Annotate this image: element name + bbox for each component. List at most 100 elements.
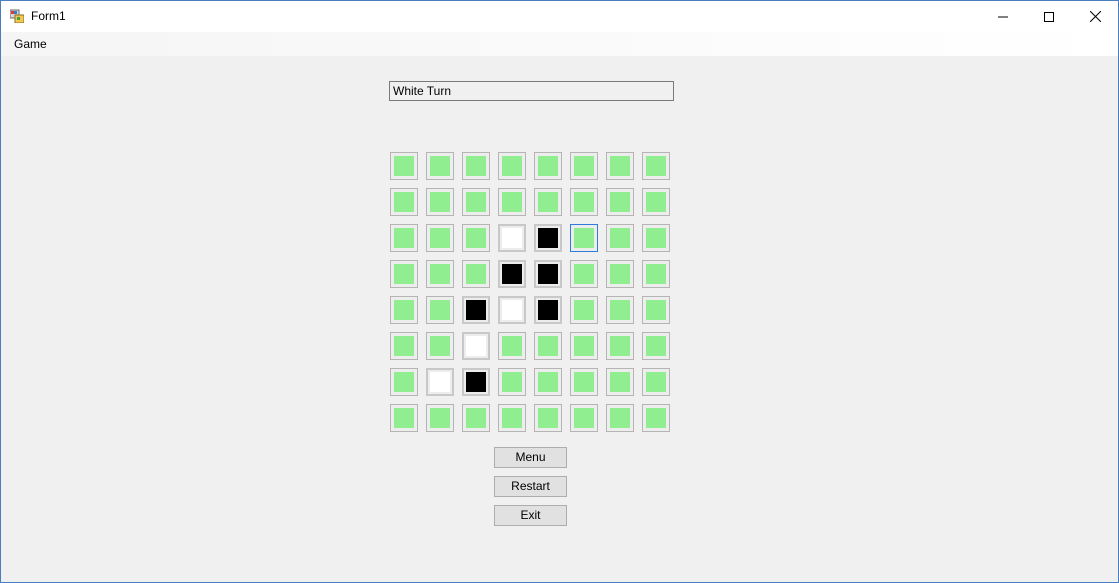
empty-square	[466, 408, 486, 428]
board-cell-r3-c2[interactable]	[462, 260, 490, 288]
empty-square	[394, 192, 414, 212]
empty-square	[502, 336, 522, 356]
board-cell-r4-c0[interactable]	[390, 296, 418, 324]
board-cell-r4-c2[interactable]	[462, 296, 490, 324]
board-cell-r0-c0[interactable]	[390, 152, 418, 180]
restart-button[interactable]: Restart	[494, 476, 567, 497]
empty-square	[430, 192, 450, 212]
empty-square	[430, 408, 450, 428]
board-cell-r7-c2[interactable]	[462, 404, 490, 432]
board-cell-r0-c3[interactable]	[498, 152, 526, 180]
exit-button[interactable]: Exit	[494, 505, 567, 526]
board-cell-r1-c4[interactable]	[534, 188, 562, 216]
empty-square	[574, 192, 594, 212]
board-cell-r5-c2[interactable]	[462, 332, 490, 360]
board-cell-r2-c5[interactable]	[570, 224, 598, 252]
board-cell-r5-c7[interactable]	[642, 332, 670, 360]
board-cell-r5-c1[interactable]	[426, 332, 454, 360]
winforms-app-icon	[10, 9, 24, 23]
window-title: Form1	[31, 9, 66, 23]
board-cell-r2-c3[interactable]	[498, 224, 526, 252]
board-cell-r6-c5[interactable]	[570, 368, 598, 396]
board-cell-r2-c1[interactable]	[426, 224, 454, 252]
board-cell-r2-c7[interactable]	[642, 224, 670, 252]
board-cell-r6-c1[interactable]	[426, 368, 454, 396]
board-cell-r5-c3[interactable]	[498, 332, 526, 360]
board-cell-r6-c3[interactable]	[498, 368, 526, 396]
board-cell-r0-c7[interactable]	[642, 152, 670, 180]
board-cell-r0-c5[interactable]	[570, 152, 598, 180]
board-cell-r1-c0[interactable]	[390, 188, 418, 216]
app-window: Form1 Game White Turn Menu Restart Exit	[0, 0, 1119, 583]
close-button[interactable]	[1072, 1, 1118, 32]
board-cell-r1-c3[interactable]	[498, 188, 526, 216]
board-cell-r1-c5[interactable]	[570, 188, 598, 216]
board-cell-r0-c2[interactable]	[462, 152, 490, 180]
maximize-button[interactable]	[1026, 1, 1072, 32]
board-cell-r4-c6[interactable]	[606, 296, 634, 324]
minimize-button[interactable]	[980, 1, 1026, 32]
black-piece	[538, 228, 558, 248]
board-cell-r3-c0[interactable]	[390, 260, 418, 288]
board-cell-r0-c1[interactable]	[426, 152, 454, 180]
close-icon	[1089, 11, 1101, 22]
board-cell-r2-c6[interactable]	[606, 224, 634, 252]
empty-square	[646, 408, 666, 428]
board-cell-r7-c0[interactable]	[390, 404, 418, 432]
empty-square	[574, 300, 594, 320]
board-cell-r7-c1[interactable]	[426, 404, 454, 432]
menu-button[interactable]: Menu	[494, 447, 567, 468]
board-cell-r1-c7[interactable]	[642, 188, 670, 216]
board-cell-r7-c4[interactable]	[534, 404, 562, 432]
board-cell-r1-c1[interactable]	[426, 188, 454, 216]
board-cell-r5-c0[interactable]	[390, 332, 418, 360]
empty-square	[538, 336, 558, 356]
empty-square	[502, 156, 522, 176]
board-cell-r2-c0[interactable]	[390, 224, 418, 252]
board-cell-r7-c7[interactable]	[642, 404, 670, 432]
empty-square	[574, 408, 594, 428]
menu-item-game[interactable]: Game	[8, 34, 53, 54]
board-cell-r7-c5[interactable]	[570, 404, 598, 432]
board-cell-r3-c5[interactable]	[570, 260, 598, 288]
board-cell-r3-c3[interactable]	[498, 260, 526, 288]
board-cell-r3-c7[interactable]	[642, 260, 670, 288]
board-cell-r4-c3[interactable]	[498, 296, 526, 324]
board-cell-r6-c2[interactable]	[462, 368, 490, 396]
board-cell-r3-c6[interactable]	[606, 260, 634, 288]
board-cell-r3-c1[interactable]	[426, 260, 454, 288]
board-cell-r4-c5[interactable]	[570, 296, 598, 324]
board-cell-r7-c3[interactable]	[498, 404, 526, 432]
white-piece	[466, 336, 486, 356]
empty-square	[430, 228, 450, 248]
board-cell-r6-c0[interactable]	[390, 368, 418, 396]
title-bar[interactable]: Form1	[1, 1, 1118, 32]
board-cell-r0-c6[interactable]	[606, 152, 634, 180]
board-cell-r6-c7[interactable]	[642, 368, 670, 396]
board-cell-r2-c2[interactable]	[462, 224, 490, 252]
empty-square	[430, 336, 450, 356]
board-cell-r4-c7[interactable]	[642, 296, 670, 324]
board-cell-r6-c6[interactable]	[606, 368, 634, 396]
board-cell-r6-c4[interactable]	[534, 368, 562, 396]
empty-square	[466, 228, 486, 248]
board-cell-r2-c4[interactable]	[534, 224, 562, 252]
empty-square	[646, 372, 666, 392]
board-cell-r4-c4[interactable]	[534, 296, 562, 324]
empty-square	[574, 156, 594, 176]
board-cell-r5-c6[interactable]	[606, 332, 634, 360]
board-cell-r3-c4[interactable]	[534, 260, 562, 288]
board-cell-r4-c1[interactable]	[426, 296, 454, 324]
empty-square	[394, 264, 414, 284]
board-cell-r1-c2[interactable]	[462, 188, 490, 216]
empty-square	[574, 336, 594, 356]
empty-square	[574, 264, 594, 284]
board-cell-r7-c6[interactable]	[606, 404, 634, 432]
empty-square	[574, 372, 594, 392]
board-cell-r1-c6[interactable]	[606, 188, 634, 216]
board-cell-r5-c5[interactable]	[570, 332, 598, 360]
empty-square	[394, 372, 414, 392]
turn-status-field[interactable]: White Turn	[389, 81, 674, 101]
board-cell-r0-c4[interactable]	[534, 152, 562, 180]
board-cell-r5-c4[interactable]	[534, 332, 562, 360]
